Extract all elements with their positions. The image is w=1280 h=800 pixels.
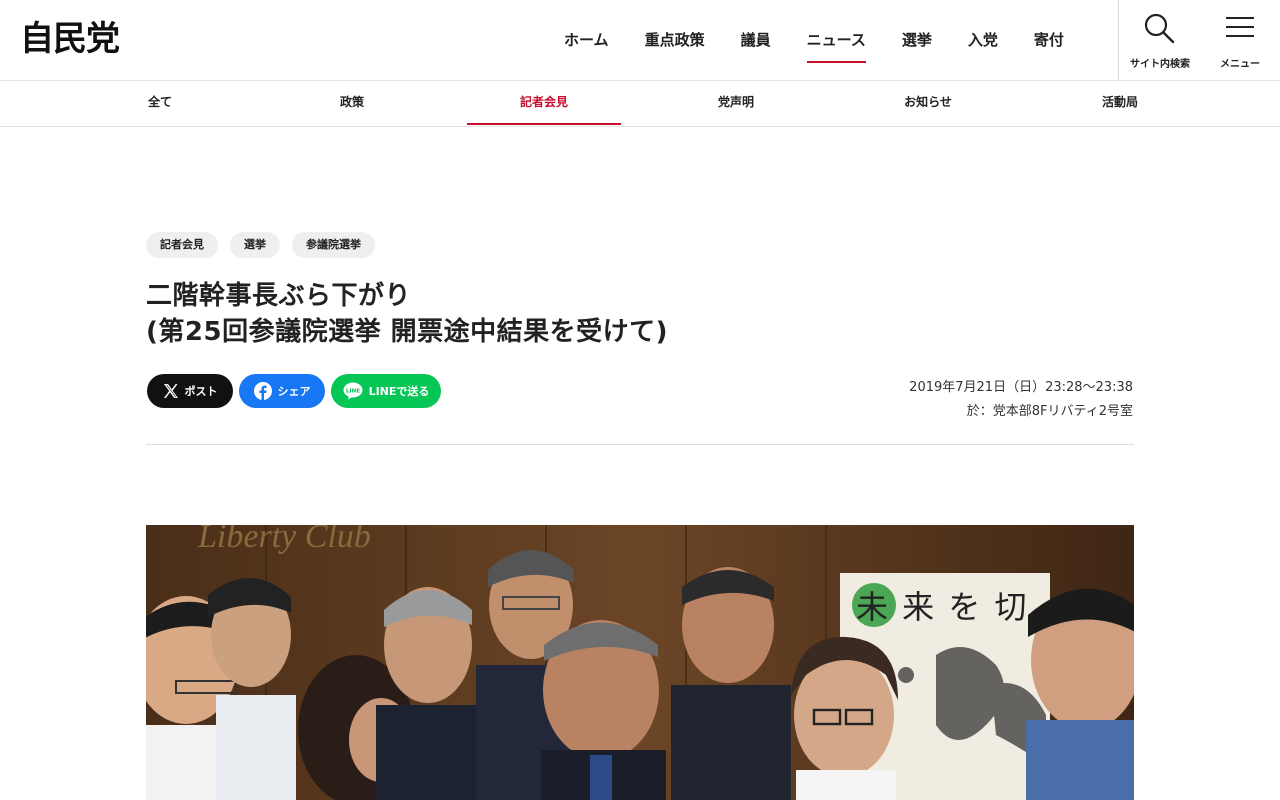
site-logo[interactable]: 自民党 bbox=[20, 20, 120, 58]
facebook-icon bbox=[253, 382, 272, 400]
menu-label: メニュー bbox=[1220, 59, 1260, 70]
wall-sign-text: Liberty Club bbox=[197, 525, 371, 555]
header-divider bbox=[1118, 0, 1119, 80]
share-line-label: LINEで送る bbox=[368, 385, 430, 398]
site-search-label: サイト内検索 bbox=[1130, 59, 1190, 70]
article-date: 2019年7月21日（日）23:28～23:38 bbox=[909, 380, 1133, 395]
nav-item-join[interactable]: 入党 bbox=[950, 0, 1016, 80]
share-line-button[interactable]: LINE LINEで送る bbox=[331, 374, 441, 408]
sub-nav-activity-bureau[interactable]: 活動局 bbox=[1043, 81, 1197, 125]
article-location: 於：党本部8Fリバティ2号室 bbox=[966, 404, 1133, 419]
line-icon-text: LINE bbox=[346, 388, 360, 394]
article-title-line2: (第25回参議院選挙 開票途中結果を受けて) bbox=[146, 317, 668, 347]
article-tags: 記者会見 選挙 参議院選挙 bbox=[146, 232, 387, 258]
share-x-button[interactable]: ポスト bbox=[147, 374, 233, 408]
sub-nav-policy[interactable]: 政策 bbox=[275, 81, 429, 125]
sub-nav: 全て 政策 記者会見 党声明 お知らせ 活動局 bbox=[0, 81, 1280, 127]
share-x-label: ポスト bbox=[184, 385, 218, 398]
tag-upper-house-election[interactable]: 参議院選挙 bbox=[292, 232, 375, 258]
tag-press-conference[interactable]: 記者会見 bbox=[146, 232, 218, 258]
line-icon: LINE bbox=[343, 382, 363, 400]
article-title: 二階幹事長ぶら下がり (第25回参議院選挙 開票途中結果を受けて) bbox=[146, 278, 1046, 350]
article-title-line1: 二階幹事長ぶら下がり bbox=[146, 281, 412, 311]
site-search-button[interactable]: サイト内検索 bbox=[1120, 10, 1200, 72]
nav-item-donate[interactable]: 寄付 bbox=[1016, 0, 1082, 80]
nav-item-home[interactable]: ホーム bbox=[546, 0, 627, 80]
nav-item-election[interactable]: 選挙 bbox=[884, 0, 950, 80]
share-facebook-label: シェア bbox=[277, 385, 311, 398]
tag-election[interactable]: 選挙 bbox=[230, 232, 280, 258]
main-nav: ホーム 重点政策 議員 ニュース 選挙 入党 寄付 bbox=[546, 0, 1082, 80]
sub-nav-press-conference[interactable]: 記者会見 bbox=[467, 81, 621, 125]
nav-item-news[interactable]: ニュース bbox=[789, 0, 884, 80]
nav-item-members[interactable]: 議員 bbox=[723, 0, 789, 80]
nav-item-policy[interactable]: 重点政策 bbox=[627, 0, 723, 80]
search-icon bbox=[1144, 13, 1175, 44]
press-photo-illustration: Liberty Club 未 来 を 切 bbox=[146, 525, 1134, 800]
share-buttons: ポスト シェア LINE LINEで送る bbox=[147, 374, 447, 408]
sub-nav-all[interactable]: 全て bbox=[83, 81, 237, 125]
sub-nav-notice[interactable]: お知らせ bbox=[851, 81, 1005, 125]
poster-text: 未 来 を 切 bbox=[856, 588, 1029, 626]
share-facebook-button[interactable]: シェア bbox=[239, 374, 325, 408]
article-meta: 2019年7月21日（日）23:28～23:38 於：党本部8Fリバティ2号室 bbox=[909, 376, 1133, 424]
site-header: 自民党 ホーム 重点政策 議員 ニュース 選挙 入党 寄付 サイト内検索 メニュ… bbox=[0, 0, 1280, 81]
x-logo-icon bbox=[163, 384, 178, 398]
hamburger-icon bbox=[1226, 17, 1254, 37]
article-photo: Liberty Club 未 来 を 切 bbox=[146, 525, 1134, 800]
article-divider bbox=[146, 444, 1134, 445]
sub-nav-party-statement[interactable]: 党声明 bbox=[659, 81, 813, 125]
menu-button[interactable]: メニュー bbox=[1200, 10, 1280, 72]
